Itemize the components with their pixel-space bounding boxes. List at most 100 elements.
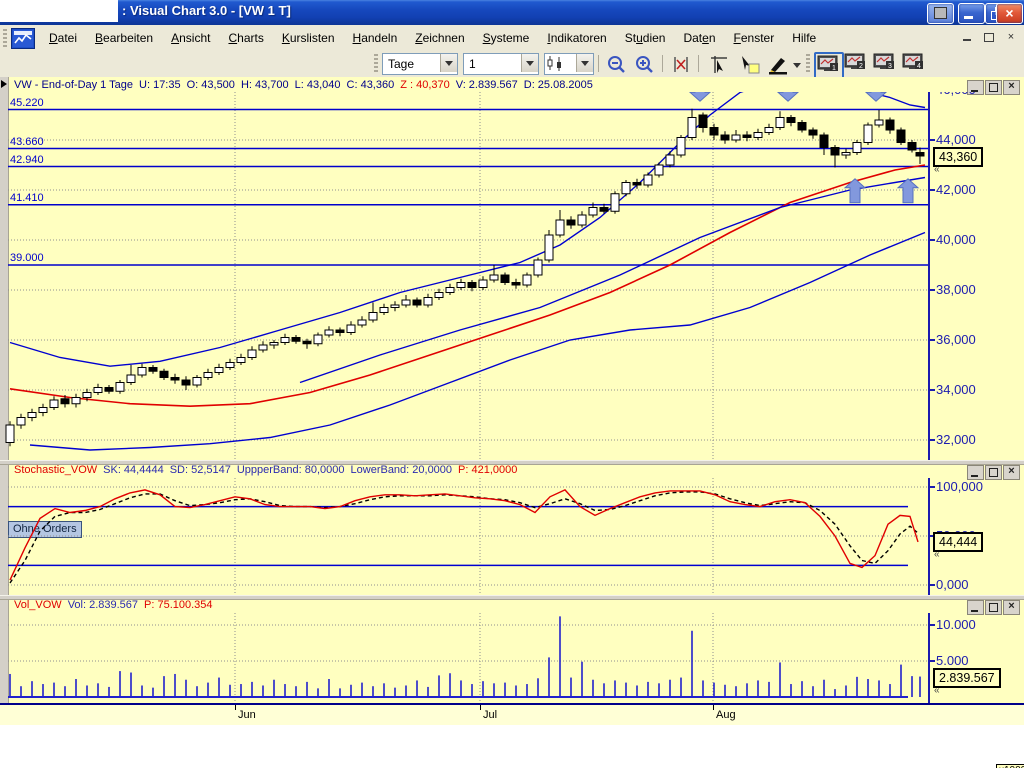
blue-upper-band [10, 92, 925, 366]
menu-item-ansicht[interactable]: Ansicht [162, 28, 219, 48]
toolbar-grip-2[interactable] [806, 54, 810, 73]
vol-axis[interactable]: 10.000 5.0002.839.567« [928, 613, 1024, 703]
app-icon[interactable] [11, 28, 35, 49]
down-signal-arrow-icon [690, 92, 710, 101]
axis-tick-label: 40,000 [936, 232, 976, 247]
chart-window: VW - End-of-Day 1 TageU: 17:35O: 43,500H… [0, 77, 1024, 723]
period-combobox[interactable]: Tage [382, 53, 458, 75]
workspace-button-1[interactable]: 1 [814, 52, 844, 79]
axis-tick-label: 32,000 [936, 432, 976, 447]
menu-grip[interactable] [3, 29, 7, 47]
crosshair-pointer-button[interactable] [706, 53, 732, 76]
vol-chart-plot[interactable] [0, 613, 1024, 703]
toolbar-grip[interactable] [374, 54, 378, 73]
title-bar[interactable]: : Visual Chart 3.0 - [VW 1 T] × [0, 0, 1024, 25]
menu-item-indikatoren[interactable]: Indikatoren [538, 28, 615, 48]
close-icon: × [997, 4, 1022, 23]
svg-text:3: 3 [888, 63, 892, 70]
title-redaction-box [0, 0, 118, 22]
chevron-down-icon[interactable] [576, 54, 593, 72]
square-icon [934, 7, 947, 19]
interval-value: 1 [469, 57, 476, 71]
window-title: : Visual Chart 3.0 - [VW 1 T] [122, 3, 291, 18]
workspace-button-3[interactable]: 3 [872, 52, 898, 75]
interval-combobox[interactable]: 1 [463, 53, 539, 75]
chevron-down-icon[interactable] [440, 54, 457, 72]
stoch-value-box: 44,444« [933, 532, 983, 552]
menu-item-kurslisten[interactable]: Kurslisten [273, 28, 344, 48]
stoch-sd-line [10, 492, 918, 583]
menu-item-handeln[interactable]: Handeln [344, 28, 407, 48]
axis-tick-label: 0,000 [936, 577, 969, 592]
svg-text:2: 2 [859, 63, 863, 70]
menu-item-hilfe[interactable]: Hilfe [783, 28, 825, 48]
axis-tick-label: 100,000 [936, 479, 983, 494]
compress-bars-button[interactable] [668, 53, 694, 76]
price-marker-icon: « [934, 549, 940, 560]
chart-type-combobox[interactable] [544, 53, 594, 75]
level-label: 42.940 [10, 154, 44, 166]
pointer-note-button[interactable] [736, 53, 762, 76]
axis-tick-label: 36,000 [936, 332, 976, 347]
axis-tick-label: 42,000 [936, 182, 976, 197]
workspace-button-2[interactable]: 2 [843, 52, 869, 75]
menu-item-daten[interactable]: Daten [674, 28, 724, 48]
volume-unit-label: x1000 [996, 764, 1024, 768]
price-chart-plot[interactable] [0, 92, 1024, 460]
axis-tick-label: 46,000 [936, 92, 976, 97]
menu-item-charts[interactable]: Charts [219, 28, 272, 48]
menu-item-bearbeiten[interactable]: Bearbeiten [86, 28, 162, 48]
axis-tick-label: 34,000 [936, 382, 976, 397]
menu-item-systeme[interactable]: Systeme [474, 28, 539, 48]
mdi-minimize-button[interactable] [960, 30, 974, 44]
stoch-sk-line [10, 490, 918, 580]
price-axis[interactable]: 46,000 44,000 42,000 40,000 38,000 36,000 34,0… [928, 92, 1024, 460]
month-label: Aug [716, 709, 736, 721]
stoch-axis[interactable]: 100,00050,0000,00044,444« [928, 478, 1024, 595]
up-signal-arrow-icon [898, 179, 918, 203]
svg-text:1: 1 [832, 65, 836, 72]
axis-tick-label: 44,000 [936, 132, 976, 147]
minimize-icon [964, 16, 973, 19]
time-axis[interactable]: Jun Jul Aug [0, 703, 1024, 725]
window-extra-button[interactable] [927, 3, 954, 24]
zoom-out-button[interactable] [604, 53, 630, 76]
draw-brush-button[interactable] [766, 53, 802, 76]
stoch-chart-plot[interactable] [0, 478, 1024, 595]
month-label: Jul [483, 709, 497, 721]
svg-text:4: 4 [917, 63, 921, 70]
price-marker-icon: « [934, 164, 940, 175]
desktop: { "window": { "title": ": Visual Chart 3… [0, 0, 1024, 768]
toolbar: Tage 1 [0, 50, 1024, 78]
mdi-restore-button[interactable] [982, 30, 996, 44]
period-value: Tage [388, 57, 414, 71]
level-label: 39.000 [10, 252, 44, 264]
mdi-window-controls: × [960, 30, 1018, 44]
workspace-button-4[interactable]: 4 [901, 52, 927, 75]
axis-tick-label: 38,000 [936, 282, 976, 297]
candlestick-icon [545, 54, 567, 72]
menu-item-datei[interactable]: Datei [40, 28, 86, 48]
axis-tick-label: 10.000 [936, 617, 976, 632]
price-marker-icon: « [934, 685, 940, 696]
minimize-button[interactable] [958, 3, 985, 24]
level-label: 43.660 [10, 136, 44, 148]
chevron-down-icon[interactable] [521, 54, 538, 72]
menu-items: DateiBearbeitenAnsichtChartsKurslistenHa… [40, 25, 825, 50]
price-panel-header-text: VW - End-of-Day 1 TageU: 17:35O: 43,500H… [14, 79, 599, 91]
vol-panel-header-text: Vol_VOWVol: 2.839.567P: 75.100.354 [14, 599, 219, 611]
menu-item-fenster[interactable]: Fenster [725, 28, 784, 48]
stoch-panel-header-text: Stochastic_VOWSK: 44,4444SD: 52,5147Uppp… [14, 464, 523, 476]
level-label: 41.410 [10, 192, 44, 204]
level-label: 45.220 [10, 97, 44, 109]
axis-tick-label: 5.000 [936, 653, 969, 668]
menu-item-studien[interactable]: Studien [616, 28, 675, 48]
mdi-close-button[interactable]: × [1004, 30, 1018, 44]
zoom-in-button[interactable] [632, 53, 658, 76]
last-price-box: 43,360« [933, 147, 983, 167]
close-button[interactable]: × [996, 3, 1023, 24]
menu-item-zeichnen[interactable]: Zeichnen [406, 28, 473, 48]
month-label: Jun [238, 709, 256, 721]
down-signal-arrow-icon [866, 92, 886, 101]
volume-value-box: 2.839.567« [933, 668, 1001, 688]
